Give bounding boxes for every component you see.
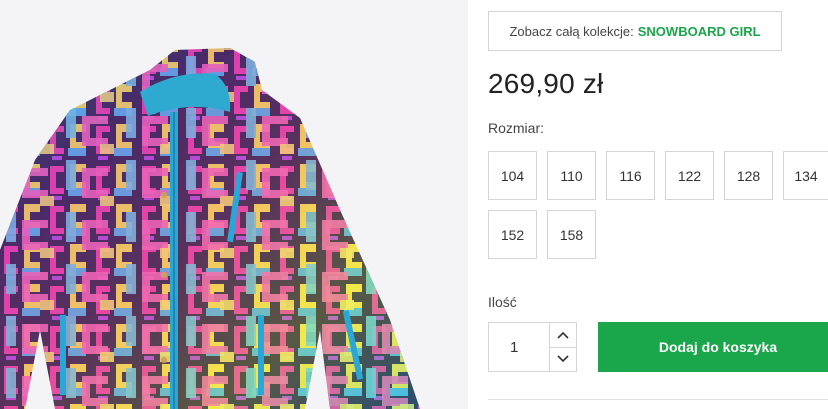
chevron-down-icon xyxy=(557,355,569,363)
size-option-122[interactable]: 122 xyxy=(665,151,714,200)
size-option-104[interactable]: 104 xyxy=(488,151,537,200)
size-label: Rozmiar: xyxy=(488,120,545,136)
collection-link[interactable]: Zobacz całą kolekcje: SNOWBOARD GIRL xyxy=(488,11,782,51)
size-option-134[interactable]: 134 xyxy=(783,151,828,200)
size-option-128[interactable]: 128 xyxy=(724,151,773,200)
quantity-decrease-button[interactable] xyxy=(550,346,576,372)
product-image xyxy=(0,0,468,409)
add-to-cart-button[interactable]: Dodaj do koszyka xyxy=(598,322,828,372)
divider xyxy=(488,399,828,400)
collection-prefix: Zobacz całą kolekcje: xyxy=(509,23,634,39)
jacket-illustration xyxy=(0,0,468,409)
size-option-158[interactable]: 158 xyxy=(547,210,596,259)
size-option-110[interactable]: 110 xyxy=(547,151,596,200)
quantity-input[interactable]: 1 xyxy=(488,322,550,372)
size-option-116[interactable]: 116 xyxy=(606,151,655,200)
quantity-label: Ilość xyxy=(488,294,517,310)
size-option-152[interactable]: 152 xyxy=(488,210,537,259)
collection-name: SNOWBOARD GIRL xyxy=(637,23,761,39)
product-price: 269,90 zł xyxy=(488,68,604,99)
quantity-increase-button[interactable] xyxy=(550,323,576,347)
quantity-stepper xyxy=(549,322,577,372)
chevron-up-icon xyxy=(557,331,569,339)
